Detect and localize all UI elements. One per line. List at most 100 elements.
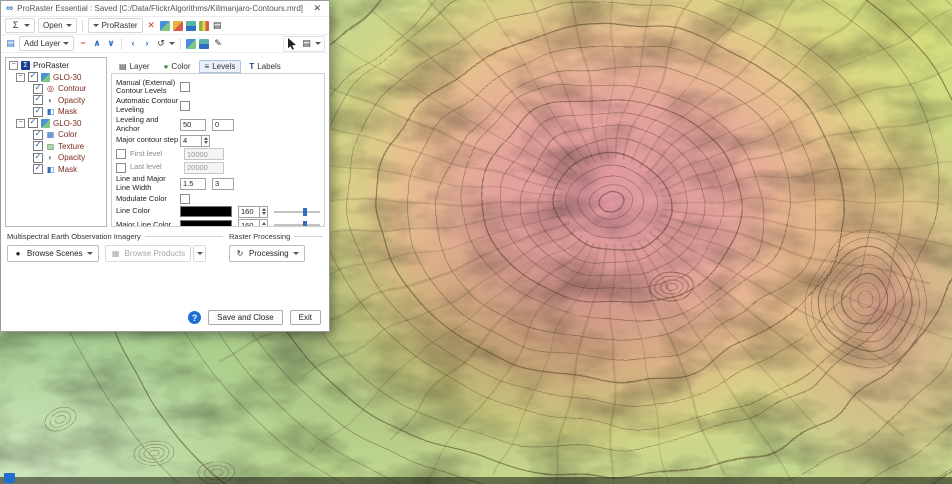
tree-item-root[interactable]: Σ ProRaster (6, 60, 106, 72)
view-mode-icon[interactable]: ▤ (301, 38, 312, 49)
line-color-alpha-input[interactable] (238, 206, 260, 218)
tree-group-label[interactable]: GLO-30 (53, 119, 81, 128)
layer-group-icon (41, 119, 50, 128)
major-step-input[interactable] (180, 135, 202, 147)
tree-root-label[interactable]: ProRaster (33, 61, 69, 70)
tree-item-mask-1[interactable]: ◧ Mask (6, 106, 106, 118)
manual-levels-checkbox[interactable] (180, 82, 190, 92)
layer-checkbox[interactable] (33, 84, 43, 94)
browse-products-caret-button[interactable] (193, 245, 206, 262)
levels-tab-icon: ≡ (205, 62, 210, 71)
auto-leveling-label: Automatic Contour Leveling (116, 97, 180, 114)
manual-levels-label: Manual (External) Contour Levels (116, 79, 180, 96)
close-button[interactable]: ✕ (310, 3, 324, 14)
major-line-color-alpha-spinner[interactable] (260, 219, 268, 227)
last-level-checkbox[interactable] (116, 163, 126, 173)
add-layer-button[interactable]: Add Layer (19, 36, 74, 51)
line-width-input[interactable] (180, 178, 206, 190)
first-level-checkbox[interactable] (116, 149, 126, 159)
tree-child-label[interactable]: Mask (58, 107, 77, 116)
titlebar[interactable]: ∞ ProRaster Essential : Saved [C:/Data/F… (1, 1, 329, 17)
last-level-input[interactable] (184, 162, 224, 174)
toolbar-separator (180, 38, 181, 50)
layer-checkbox[interactable] (28, 72, 38, 82)
sum-tool-button[interactable]: Σ (5, 18, 35, 33)
window-title: ProRaster Essential : Saved [C:/Data/Fli… (17, 4, 306, 13)
layer-checkbox[interactable] (33, 153, 43, 163)
tree-item-opacity-1[interactable]: ◐ Opacity (6, 95, 106, 107)
redo-icon[interactable]: › (141, 38, 152, 49)
tree-item-opacity-2[interactable]: ◐ Opacity (6, 152, 106, 164)
line-color-alpha-spinner[interactable] (260, 206, 268, 218)
save-close-button[interactable]: Save and Close (208, 310, 282, 325)
line-color-swatch[interactable] (180, 206, 232, 217)
tree-item-color[interactable]: ▦ Color (6, 129, 106, 141)
measure-icon[interactable]: ▤ (212, 20, 223, 31)
toolbar-separator (121, 38, 122, 50)
tree-child-label[interactable]: Opacity (58, 153, 85, 162)
major-line-width-input[interactable] (212, 178, 234, 190)
tab-layer[interactable]: ▤ Layer (113, 60, 156, 73)
tree-child-label[interactable]: Mask (58, 165, 77, 174)
move-layer-up-icon[interactable]: ∧ (91, 38, 102, 49)
expander-icon[interactable] (16, 119, 25, 128)
help-button[interactable]: ? (188, 311, 201, 324)
major-line-color-alpha-input[interactable] (238, 219, 260, 227)
undo-icon[interactable]: ‹ (127, 38, 138, 49)
cursor-tool-icon[interactable] (287, 38, 298, 50)
open-button[interactable]: Open (38, 18, 77, 33)
layer-checkbox[interactable] (33, 95, 43, 105)
profile-combo[interactable]: ProRaster (88, 18, 143, 33)
tab-color[interactable]: ● Color (158, 60, 197, 73)
tree-item-glo30-2[interactable]: GLO-30 (6, 118, 106, 130)
color-table-icon[interactable] (199, 21, 209, 31)
major-line-color-alpha-slider[interactable] (274, 220, 320, 227)
delete-icon[interactable]: ✕ (146, 20, 157, 31)
layer-checkbox[interactable] (33, 130, 43, 140)
histogram-icon[interactable] (173, 21, 183, 31)
major-step-label: Major contour step (116, 136, 180, 145)
layer-checkbox[interactable] (33, 107, 43, 117)
tab-label: Layer (130, 62, 150, 71)
layer-checkbox[interactable] (28, 118, 38, 128)
tree-child-label[interactable]: Contour (58, 84, 86, 93)
add-layer-label: Add Layer (24, 39, 60, 48)
first-level-input[interactable] (184, 148, 224, 160)
edit-pencil-icon[interactable]: ✎ (212, 38, 223, 49)
move-layer-down-icon[interactable]: ∨ (105, 38, 116, 49)
statistics-grid-icon[interactable] (186, 21, 196, 31)
tree-item-contour[interactable]: ◎ Contour (6, 83, 106, 95)
tree-child-label[interactable]: Texture (58, 142, 84, 151)
tree-item-glo30-1[interactable]: GLO-30 (6, 72, 106, 84)
tree-group-label[interactable]: GLO-30 (53, 73, 81, 82)
taskbar-start-icon[interactable] (4, 473, 15, 483)
tree-item-mask-2[interactable]: ◧ Mask (6, 164, 106, 176)
expander-icon[interactable] (16, 73, 25, 82)
browse-products-button[interactable]: ▦ Browse Products (105, 245, 191, 262)
layer-checkbox[interactable] (33, 141, 43, 151)
layer-grid-icon[interactable] (186, 39, 196, 49)
browse-scenes-button[interactable]: ● Browse Scenes (7, 245, 99, 262)
tree-child-label[interactable]: Opacity (58, 96, 85, 105)
leveling-input[interactable] (180, 119, 206, 131)
tree-child-label[interactable]: Color (58, 130, 77, 139)
layer-checkbox[interactable] (33, 164, 43, 174)
raster-palette-icon[interactable] (160, 21, 170, 31)
processing-dropdown[interactable]: ↻ Processing (229, 245, 305, 262)
expander-icon[interactable] (9, 61, 18, 70)
major-step-spinner[interactable] (202, 135, 210, 147)
line-color-alpha-slider[interactable] (274, 207, 320, 217)
taskbar[interactable] (0, 477, 952, 484)
auto-leveling-checkbox[interactable] (180, 101, 190, 111)
major-line-color-swatch[interactable] (180, 220, 232, 228)
refresh-icon[interactable]: ↺ (155, 38, 166, 49)
tab-levels[interactable]: ≡ Levels (199, 60, 242, 73)
modulate-color-checkbox[interactable] (180, 194, 190, 204)
tree-item-texture[interactable]: ▨ Texture (6, 141, 106, 153)
remove-layer-icon[interactable]: − (77, 38, 88, 49)
anchor-input[interactable] (212, 119, 234, 131)
edit-layers-icon[interactable]: ▤ (5, 38, 16, 49)
tab-labels[interactable]: T Labels (243, 60, 286, 73)
layer-table-icon[interactable] (199, 39, 209, 49)
exit-button[interactable]: Exit (290, 310, 321, 325)
